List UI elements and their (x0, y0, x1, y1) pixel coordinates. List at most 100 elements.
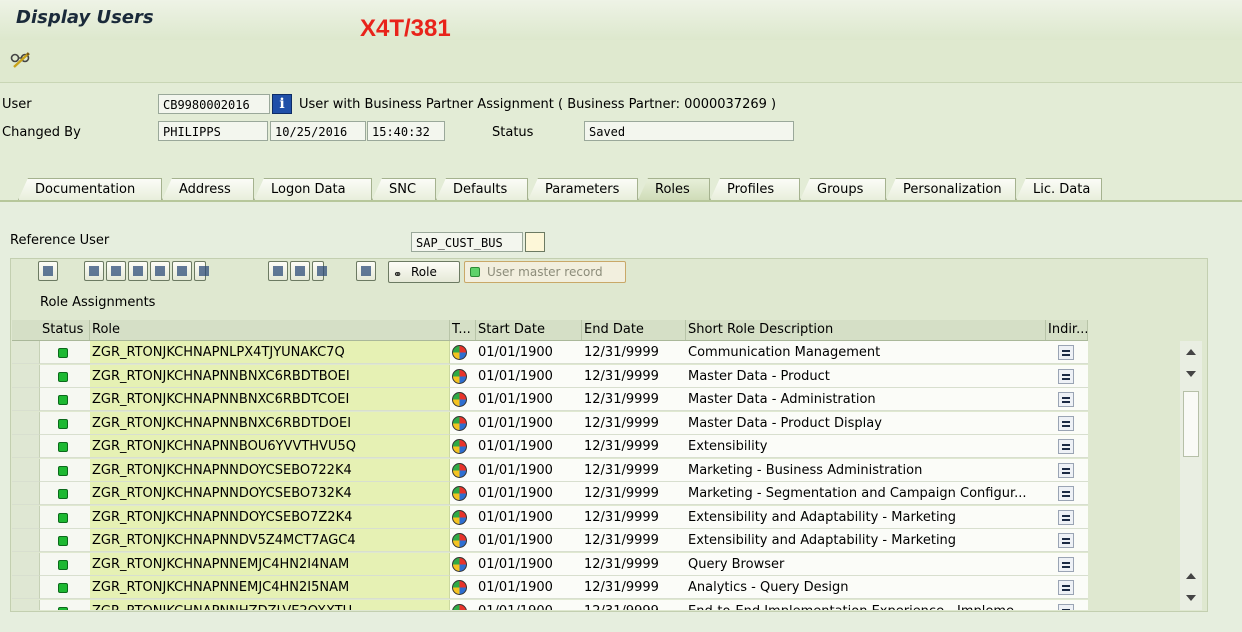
equal-icon[interactable] (1058, 462, 1074, 478)
scroll-down-icon[interactable] (1186, 371, 1196, 377)
user-field[interactable]: CB9980002016 (158, 94, 270, 114)
end-date-cell[interactable]: 12/31/9999 (582, 599, 686, 610)
table-row[interactable]: ZGR_RTONJKCHNAPNLPX4TJYUNAKC7Q 01/01/1900… (12, 341, 1088, 364)
row-selector[interactable] (12, 552, 40, 576)
filter-icon[interactable] (172, 261, 192, 281)
role-cell[interactable]: ZGR_RTONJKCHNAPNNDV5Z4MCT7AGC4 (90, 529, 450, 552)
equal-icon[interactable] (1058, 486, 1074, 501)
end-date-cell[interactable]: 12/31/9999 (582, 505, 686, 529)
tab-profiles[interactable]: Profiles (710, 178, 800, 200)
table-row[interactable]: ZGR_RTONJKCHNAPNNHZDZLVE2OXXTU 01/01/1900… (12, 599, 1088, 610)
start-date-cell[interactable]: 01/01/1900 (476, 341, 582, 364)
col-short-description[interactable]: Short Role Description (686, 320, 1046, 340)
end-date-cell[interactable]: 12/31/9999 (582, 435, 686, 458)
role-cell[interactable]: ZGR_RTONJKCHNAPNNBNXC6RBDTDOEI (90, 411, 450, 435)
col-indirect[interactable]: Indir... (1046, 320, 1088, 340)
end-date-cell[interactable]: 12/31/9999 (582, 388, 686, 411)
start-date-cell[interactable]: 01/01/1900 (476, 505, 582, 529)
scroll-down-bottom-icon[interactable] (1186, 595, 1196, 601)
role-button[interactable]: ⚭ Role (388, 261, 460, 283)
equal-icon[interactable] (1058, 415, 1074, 431)
start-date-cell[interactable]: 01/01/1900 (476, 458, 582, 482)
role-cell[interactable]: ZGR_RTONJKCHNAPNNEMJC4HN2I4NAM (90, 552, 450, 576)
role-cell[interactable]: ZGR_RTONJKCHNAPNNHZDZLVE2OXXTU (90, 599, 450, 610)
equal-icon[interactable] (1058, 533, 1074, 548)
table-row[interactable]: ZGR_RTONJKCHNAPNNBOU6YVVTHVU5Q 01/01/1900… (12, 435, 1088, 458)
reference-user-navigate-icon[interactable] (525, 232, 545, 252)
layout-icon[interactable] (290, 261, 310, 281)
equal-icon[interactable] (1058, 439, 1074, 454)
table-row[interactable]: ZGR_RTONJKCHNAPNNBNXC6RBDTDOEI 01/01/1900… (12, 411, 1088, 435)
row-selector[interactable] (12, 599, 40, 610)
role-cell[interactable]: ZGR_RTONJKCHNAPNLPX4TJYUNAKC7Q (90, 341, 450, 364)
tab-address[interactable]: Address (162, 178, 254, 200)
tab-roles[interactable]: Roles (638, 178, 710, 200)
equal-icon[interactable] (1058, 368, 1074, 384)
find-next-icon[interactable] (150, 261, 170, 281)
tab-snc[interactable]: SNC (372, 178, 436, 200)
start-date-cell[interactable]: 01/01/1900 (476, 599, 582, 610)
role-cell[interactable]: ZGR_RTONJKCHNAPNNBNXC6RBDTCOEI (90, 388, 450, 411)
row-selector[interactable] (12, 458, 40, 482)
equal-icon[interactable] (1058, 509, 1074, 525)
tab-defaults[interactable]: Defaults (436, 178, 528, 200)
start-date-cell[interactable]: 01/01/1900 (476, 552, 582, 576)
tab-groups[interactable]: Groups (800, 178, 886, 200)
table-row[interactable]: ZGR_RTONJKCHNAPNNEMJC4HN2I4NAM 01/01/1900… (12, 552, 1088, 576)
equal-icon[interactable] (1058, 392, 1074, 407)
table-row[interactable]: ZGR_RTONJKCHNAPNNDOYCSEBO732K4 01/01/1900… (12, 482, 1088, 505)
col-end-date[interactable]: End Date (582, 320, 686, 340)
start-date-cell[interactable]: 01/01/1900 (476, 576, 582, 599)
equal-icon[interactable] (1058, 603, 1074, 610)
row-selector[interactable] (12, 529, 40, 552)
start-date-cell[interactable]: 01/01/1900 (476, 388, 582, 411)
info-icon[interactable]: i (272, 94, 292, 114)
end-date-cell[interactable]: 12/31/9999 (582, 458, 686, 482)
role-cell[interactable]: ZGR_RTONJKCHNAPNNEMJC4HN2I5NAM (90, 576, 450, 599)
tab-documentation[interactable]: Documentation (18, 178, 162, 200)
tab-personalization[interactable]: Personalization (886, 178, 1016, 200)
row-selector[interactable] (12, 576, 40, 599)
export-icon[interactable] (356, 261, 376, 281)
role-cell[interactable]: ZGR_RTONJKCHNAPNNBOU6YVVTHVU5Q (90, 435, 450, 458)
table-row[interactable]: ZGR_RTONJKCHNAPNNEMJC4HN2I5NAM 01/01/1900… (12, 576, 1088, 599)
tab-parameters[interactable]: Parameters (528, 178, 638, 200)
tab-logon-data[interactable]: Logon Data (254, 178, 372, 200)
row-selector[interactable] (12, 435, 40, 458)
table-row[interactable]: ZGR_RTONJKCHNAPNNDV5Z4MCT7AGC4 01/01/1900… (12, 529, 1088, 552)
tab-lic-data[interactable]: Lic. Data (1016, 178, 1102, 200)
role-cell[interactable]: ZGR_RTONJKCHNAPNNDOYCSEBO7Z2K4 (90, 505, 450, 529)
row-selector[interactable] (12, 364, 40, 388)
table-row[interactable]: ZGR_RTONJKCHNAPNNDOYCSEBO722K4 01/01/1900… (12, 458, 1088, 482)
start-date-cell[interactable]: 01/01/1900 (476, 411, 582, 435)
equal-icon[interactable] (1058, 556, 1074, 572)
end-date-cell[interactable]: 12/31/9999 (582, 552, 686, 576)
col-status[interactable]: Status (40, 320, 90, 340)
scroll-up-bottom-icon[interactable] (1186, 573, 1196, 579)
layout-dropdown-icon[interactable] (312, 261, 327, 281)
table-row[interactable]: ZGR_RTONJKCHNAPNNDOYCSEBO7Z2K4 01/01/1900… (12, 505, 1088, 529)
role-cell[interactable]: ZGR_RTONJKCHNAPNNBNXC6RBDTBOEI (90, 364, 450, 388)
equal-icon[interactable] (1058, 345, 1074, 360)
end-date-cell[interactable]: 12/31/9999 (582, 341, 686, 364)
vertical-scrollbar[interactable] (1180, 341, 1202, 610)
row-selector[interactable] (12, 341, 40, 364)
col-start-date[interactable]: Start Date (476, 320, 582, 340)
details-icon[interactable] (38, 261, 58, 281)
display-change-icon[interactable] (8, 50, 34, 70)
end-date-cell[interactable]: 12/31/9999 (582, 364, 686, 388)
role-cell[interactable]: ZGR_RTONJKCHNAPNNDOYCSEBO732K4 (90, 482, 450, 505)
row-selector[interactable] (12, 482, 40, 505)
start-date-cell[interactable]: 01/01/1900 (476, 364, 582, 388)
row-selector[interactable] (12, 411, 40, 435)
end-date-cell[interactable]: 12/31/9999 (582, 482, 686, 505)
row-selector[interactable] (12, 505, 40, 529)
end-date-cell[interactable]: 12/31/9999 (582, 529, 686, 552)
user-master-record-button[interactable]: User master record (464, 261, 626, 283)
filter-dropdown-icon[interactable] (194, 261, 209, 281)
equal-icon[interactable] (1058, 580, 1074, 595)
scroll-up-icon[interactable] (1186, 349, 1196, 355)
end-date-cell[interactable]: 12/31/9999 (582, 411, 686, 435)
start-date-cell[interactable]: 01/01/1900 (476, 435, 582, 458)
row-selector[interactable] (12, 388, 40, 411)
